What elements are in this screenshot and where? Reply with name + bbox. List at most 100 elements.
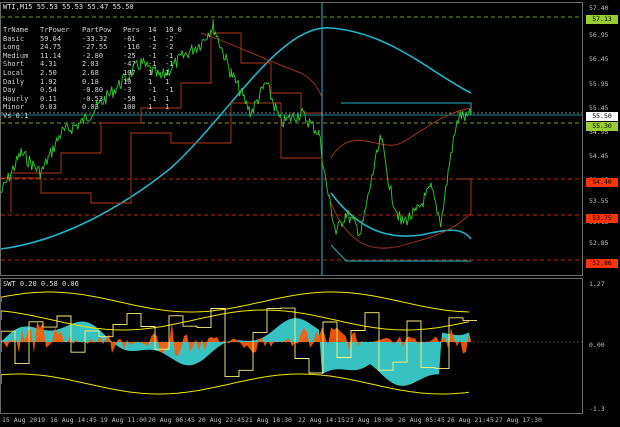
info-cell: 1 <box>165 69 170 77</box>
info-cell: Local <box>3 69 25 77</box>
info-cell: 1 <box>148 69 153 77</box>
info-cell: 0.18 <box>82 77 99 86</box>
info-cell: 107 <box>123 69 136 77</box>
channel-right-lower <box>330 178 472 249</box>
info-cell: -0.53 <box>82 94 104 103</box>
info-cell: 4.31 <box>40 60 57 69</box>
price-tag: 57.13 <box>586 15 618 24</box>
info-cell: -3 <box>123 86 132 95</box>
info-cell: -1 <box>165 60 174 69</box>
info-cell: -1 <box>148 86 157 95</box>
info-cell: 1 <box>148 103 153 112</box>
info-cell: 10 <box>123 77 132 86</box>
info-cell: -33.32 <box>82 34 108 43</box>
price-tag: 55.30 <box>586 122 618 131</box>
info-cell: -0.80 <box>82 86 104 95</box>
info-cell: 2.50 <box>40 69 57 77</box>
time-axis-label: 21 Aug 18:30 <box>245 416 292 424</box>
channel-right-upper <box>330 107 472 159</box>
info-header-cell: 14 <box>148 26 157 34</box>
time-axis-label: 15 Aug 2019 <box>2 416 46 424</box>
price-axis-top-label: 57.40 <box>589 4 609 12</box>
oscillator-title: SWT 0.20 0.58 0.06 <box>3 280 79 288</box>
info-cell: Medium <box>3 51 29 60</box>
info-cell: Vs 0.1 <box>3 112 29 120</box>
info-cell: -27.55 <box>82 43 108 52</box>
info-cell: 2.68 <box>82 69 99 77</box>
info-cell: -2 <box>148 43 157 52</box>
price-axis-label: 56.45 <box>589 55 609 63</box>
price-tag: 55.50 <box>586 112 618 121</box>
price-series <box>1 19 472 237</box>
support-line <box>330 244 471 262</box>
info-cell: 0.11 <box>40 94 57 103</box>
info-header-cell: TrPower <box>40 26 70 34</box>
info-cell: -1 <box>165 86 174 95</box>
info-cell: 24.75 <box>40 43 62 52</box>
info-header-cell: Pers <box>123 26 140 34</box>
info-cell: 0.03 <box>82 103 99 112</box>
price-tag: 52.86 <box>586 259 618 268</box>
info-cell: -116 <box>123 43 140 52</box>
info-cell: 1 <box>148 77 153 86</box>
info-cell: Day <box>3 86 16 95</box>
info-cell: -25 <box>123 51 136 60</box>
info-cell: 11.14 <box>40 51 62 60</box>
price-axis-label: 55.45 <box>589 104 609 112</box>
info-cell: Daily <box>3 77 25 86</box>
info-cell: 0.54 <box>40 86 57 95</box>
terminal-chart-window: WTI,M15 55.53 55.53 55.47 55.50 TrName Tr… <box>0 0 620 427</box>
info-cell: 1 <box>165 103 170 112</box>
info-cell: Minor <box>3 103 25 112</box>
info-cell: Long <box>3 43 20 52</box>
price-tag: 54.40 <box>586 178 618 187</box>
info-cell: -1 <box>148 51 157 60</box>
time-axis-label: 16 Aug 14:45 <box>50 416 97 424</box>
price-axis-label: 56.95 <box>589 31 609 39</box>
oscillator-axis-label: 1.27 <box>589 280 605 288</box>
price-tag: 53.75 <box>586 214 618 223</box>
info-cell: 0.03 <box>40 103 57 112</box>
info-cell: -1 <box>148 34 157 43</box>
time-axis-label: 20 Aug 22:45 <box>198 416 245 424</box>
info-cell: 2.03 <box>82 60 99 69</box>
info-cell: 100 <box>123 103 136 112</box>
info-cell: -1 <box>148 94 157 103</box>
time-axis-label: 26 Aug 21:45 <box>447 416 494 424</box>
oscillator-pane[interactable] <box>0 278 583 414</box>
info-cell: Short <box>3 60 25 69</box>
info-cell: -47 <box>123 60 136 69</box>
time-axis-label: 26 Aug 05:45 <box>398 416 445 424</box>
price-axis-label: 54.45 <box>589 152 609 160</box>
osc-envelope-upper <box>1 291 470 313</box>
info-cell: -2 <box>165 43 174 52</box>
time-axis-label: 27 Aug 17:30 <box>495 416 542 424</box>
price-axis-label: 52.85 <box>589 239 609 247</box>
info-cell: -2 <box>165 34 174 43</box>
info-cell: -2.80 <box>82 51 104 60</box>
info-cell: 1.92 <box>40 77 57 86</box>
info-cell: 1 <box>165 94 170 103</box>
oscillator-axis-label: -1.3 <box>589 405 605 413</box>
channel-lower <box>1 102 321 204</box>
price-axis-label: 53.55 <box>589 197 609 205</box>
time-axis-label: 22 Aug 14:15 <box>298 416 345 424</box>
price-axis-label: 55.95 <box>589 80 609 88</box>
info-header-cell: TrName <box>3 26 29 34</box>
info-cell: Basic <box>3 34 25 43</box>
info-header-cell: PartPow <box>82 26 112 34</box>
info-cell: -58 <box>123 94 136 103</box>
time-axis-label: 19 Aug 11:00 <box>100 416 147 424</box>
info-cell: -1 <box>165 51 174 60</box>
oscillator-canvas[interactable] <box>1 279 582 413</box>
info-cell: 59.64 <box>40 34 62 43</box>
info-header-cell: 10_0 <box>165 26 182 34</box>
info-cell: -1 <box>148 60 157 69</box>
chart-title: WTI,M15 55.53 55.53 55.47 55.50 <box>3 3 134 11</box>
info-cell: -61 <box>123 34 136 43</box>
info-cell: 1 <box>165 77 170 86</box>
ma-curve-lower <box>330 192 472 240</box>
oscillator-axis-label: 0.00 <box>589 341 605 349</box>
time-axis-label: 23 Aug 10:00 <box>346 416 393 424</box>
info-cell: Hourly <box>3 94 29 103</box>
